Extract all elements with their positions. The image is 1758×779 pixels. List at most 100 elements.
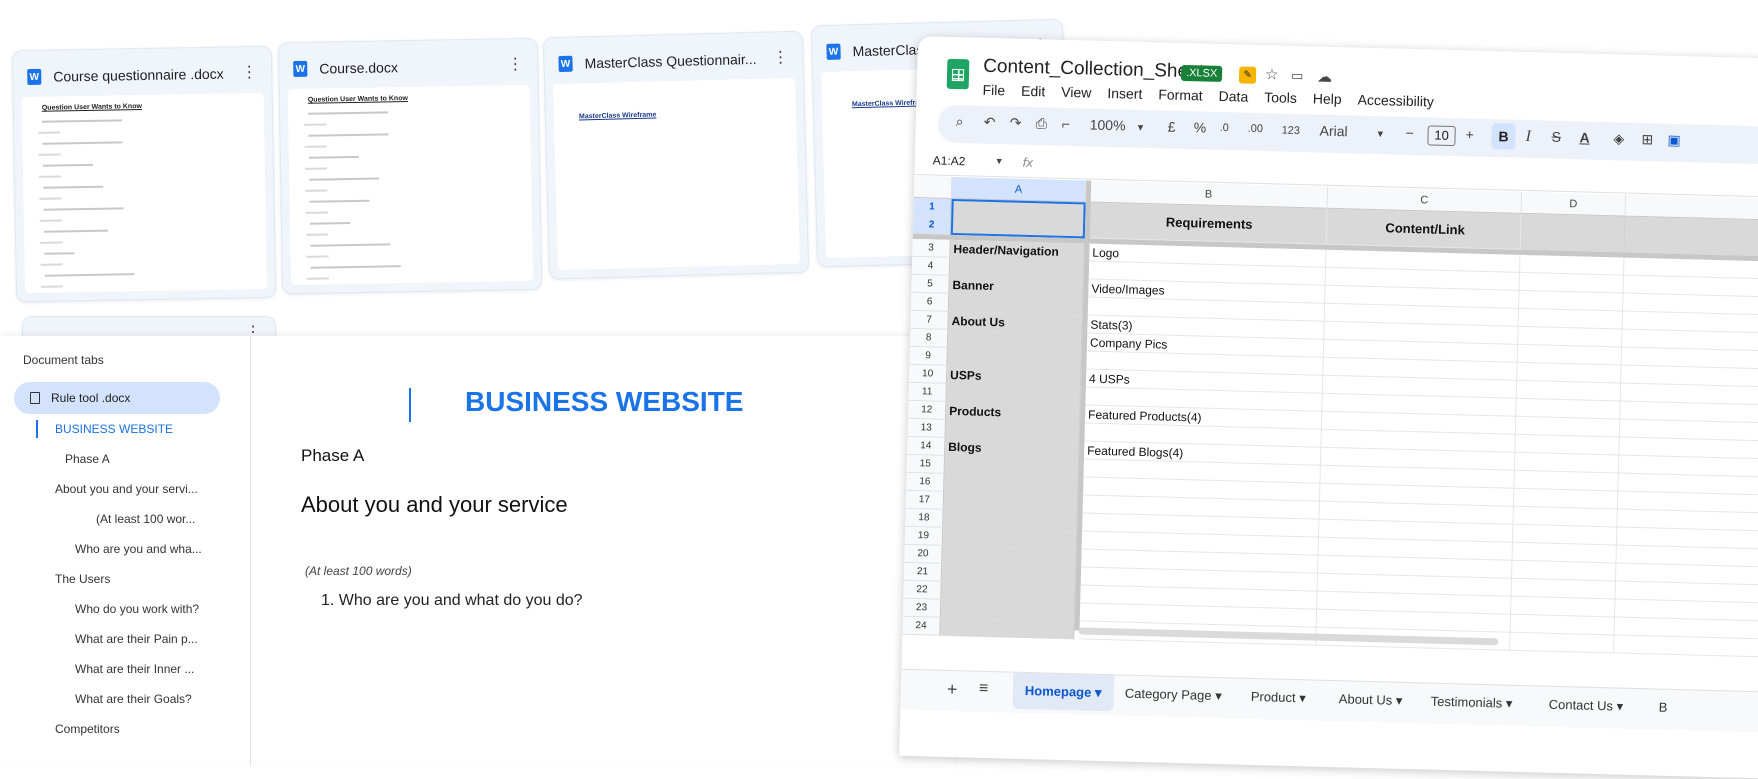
redo-icon[interactable]: ↷ bbox=[1010, 114, 1022, 131]
sheet-tab-more[interactable]: B bbox=[1658, 690, 1668, 726]
spreadsheet-title[interactable]: Content_Collection_Sheet bbox=[983, 56, 1204, 84]
text-color-button[interactable]: A bbox=[1579, 129, 1590, 145]
decrease-decimal-button[interactable]: .0 bbox=[1220, 122, 1229, 134]
menu-help[interactable]: Help bbox=[1313, 90, 1342, 107]
sheet-tab-contact-us[interactable]: Contact Us ▾ bbox=[1548, 687, 1624, 725]
row-header[interactable]: 8 bbox=[909, 328, 949, 348]
menu-edit[interactable]: Edit bbox=[1021, 83, 1046, 100]
outline-item[interactable]: Phase A bbox=[65, 452, 110, 466]
row-header[interactable]: 6 bbox=[910, 292, 950, 312]
chevron-down-icon[interactable]: ▼ bbox=[995, 156, 1004, 166]
cell-d1[interactable] bbox=[1520, 213, 1626, 253]
explore-icon[interactable]: ✎ bbox=[1238, 66, 1257, 84]
sheet-tab-testimonials[interactable]: Testimonials ▾ bbox=[1430, 684, 1513, 722]
add-sheet-icon[interactable]: + bbox=[947, 679, 958, 700]
undo-icon[interactable]: ↶ bbox=[984, 114, 996, 131]
borders-icon[interactable]: ⊞ bbox=[1641, 131, 1653, 148]
strikethrough-button[interactable]: S bbox=[1551, 129, 1561, 145]
row-header[interactable]: 23 bbox=[902, 598, 942, 618]
outline-item[interactable]: What are their Goals? bbox=[75, 692, 192, 706]
bold-button[interactable]: B bbox=[1491, 123, 1516, 150]
row-header[interactable]: 16 bbox=[906, 472, 945, 492]
row-header[interactable]: 14 bbox=[907, 436, 946, 456]
row-header[interactable]: 18 bbox=[905, 508, 944, 528]
zoom-select[interactable]: 100% bbox=[1090, 117, 1126, 134]
row-header[interactable]: 12 bbox=[907, 400, 947, 420]
outline-item[interactable]: Competitors bbox=[55, 722, 120, 736]
search-menus-icon[interactable]: ⌕ bbox=[956, 113, 964, 130]
row-header[interactable]: 7 bbox=[910, 310, 949, 330]
row-header[interactable]: 22 bbox=[903, 580, 942, 600]
column-header-d[interactable]: D bbox=[1521, 191, 1627, 217]
percent-format-button[interactable]: % bbox=[1193, 119, 1206, 135]
active-document-tab[interactable]: Rule tool .docx bbox=[14, 382, 220, 414]
sheet-tab-about-us[interactable]: About Us ▾ bbox=[1338, 681, 1403, 719]
outline-item[interactable]: What are their Inner ... bbox=[75, 662, 194, 676]
row-header[interactable]: 2 bbox=[912, 215, 952, 235]
decrease-font-size-icon[interactable]: − bbox=[1405, 125, 1414, 141]
row-header[interactable]: 17 bbox=[905, 490, 945, 510]
outline-item[interactable]: Who are you and wha... bbox=[75, 542, 202, 556]
print-icon[interactable]: ⎙ bbox=[1036, 115, 1048, 132]
sheet-tab-category-page[interactable]: Category Page ▾ bbox=[1124, 676, 1222, 715]
currency-format-button[interactable]: £ bbox=[1168, 119, 1176, 135]
more-options-icon[interactable]: ⋮ bbox=[507, 56, 523, 73]
menu-file[interactable]: File bbox=[982, 82, 1005, 99]
row-header[interactable]: 13 bbox=[907, 418, 946, 438]
row-header[interactable]: 4 bbox=[911, 256, 951, 276]
row-header[interactable]: 15 bbox=[906, 454, 946, 474]
increase-decimal-button[interactable]: .00 bbox=[1248, 123, 1264, 135]
all-sheets-icon[interactable]: ≡ bbox=[979, 680, 989, 698]
paint-format-icon[interactable]: ⌐ bbox=[1062, 116, 1071, 132]
cell-a[interactable] bbox=[940, 617, 1075, 640]
italic-button[interactable]: I bbox=[1525, 128, 1531, 146]
menu-data[interactable]: Data bbox=[1218, 88, 1248, 105]
more-options-icon[interactable]: ⋮ bbox=[772, 49, 788, 66]
row-header[interactable]: 9 bbox=[909, 346, 948, 366]
menu-insert[interactable]: Insert bbox=[1107, 85, 1142, 102]
star-icon[interactable]: ☆ bbox=[1265, 65, 1279, 83]
document-body[interactable]: BUSINESS WEBSITE Phase A About you and y… bbox=[251, 336, 955, 766]
row-header[interactable]: 20 bbox=[904, 544, 943, 564]
name-box[interactable]: A1:A2 bbox=[933, 153, 966, 168]
file-card-2[interactable]: W Course.docx ⋮ Question User Wants to Kno… bbox=[277, 37, 543, 295]
row-header[interactable]: 3 bbox=[912, 238, 951, 258]
row-header[interactable]: 24 bbox=[902, 616, 941, 636]
menu-view[interactable]: View bbox=[1061, 84, 1092, 101]
header-content-link[interactable]: Content/Link bbox=[1326, 208, 1522, 250]
row-header[interactable]: 10 bbox=[908, 364, 948, 384]
sheet-tab-product[interactable]: Product ▾ bbox=[1250, 679, 1306, 716]
outline-item[interactable]: The Users bbox=[55, 572, 110, 586]
font-select[interactable]: Arial bbox=[1319, 123, 1347, 140]
outline-item[interactable]: About you and your servi... bbox=[55, 482, 198, 496]
move-folder-icon[interactable]: ▭ bbox=[1291, 68, 1304, 84]
row-header[interactable]: 11 bbox=[908, 382, 947, 402]
cell-e[interactable] bbox=[1614, 635, 1758, 658]
sheet-tab-homepage[interactable]: Homepage ▾ bbox=[1012, 672, 1114, 712]
fill-color-icon[interactable]: ◈ bbox=[1613, 130, 1624, 147]
chevron-down-icon[interactable]: ▾ bbox=[1377, 127, 1383, 140]
number-format-button[interactable]: 123 bbox=[1281, 125, 1300, 137]
menu-accessibility[interactable]: Accessibility bbox=[1357, 92, 1434, 110]
merge-cells-icon[interactable]: ▣ bbox=[1667, 132, 1681, 149]
chevron-down-icon[interactable]: ▾ bbox=[1138, 121, 1144, 134]
row-header[interactable]: 1 bbox=[913, 197, 952, 217]
font-size-input[interactable]: 10 bbox=[1427, 125, 1456, 147]
outline-item[interactable]: What are their Pain p... bbox=[75, 632, 198, 646]
file-card-1[interactable]: W Course questionnaire .docx ⋮ Question Us… bbox=[11, 45, 277, 303]
cell-d[interactable] bbox=[1510, 632, 1615, 654]
menu-format[interactable]: Format bbox=[1158, 86, 1203, 103]
file-card-3[interactable]: W MasterClass Questionnair... ⋮ MasterClas… bbox=[542, 30, 810, 280]
outline-item[interactable]: (At least 100 wor... bbox=[96, 512, 195, 526]
increase-font-size-icon[interactable]: + bbox=[1465, 126, 1474, 142]
more-options-icon[interactable]: ⋮ bbox=[241, 64, 257, 81]
cell-e1[interactable] bbox=[1624, 216, 1758, 258]
row-header[interactable]: 21 bbox=[903, 562, 943, 582]
outline-item[interactable]: Who do you work with? bbox=[75, 602, 199, 616]
header-requirements[interactable]: Requirements bbox=[1088, 202, 1328, 245]
row-header[interactable]: 5 bbox=[911, 274, 950, 294]
select-all-corner[interactable] bbox=[913, 175, 953, 199]
menu-tools[interactable]: Tools bbox=[1264, 89, 1297, 106]
row-header[interactable]: 19 bbox=[904, 526, 944, 546]
outline-item[interactable]: BUSINESS WEBSITE bbox=[55, 422, 173, 436]
